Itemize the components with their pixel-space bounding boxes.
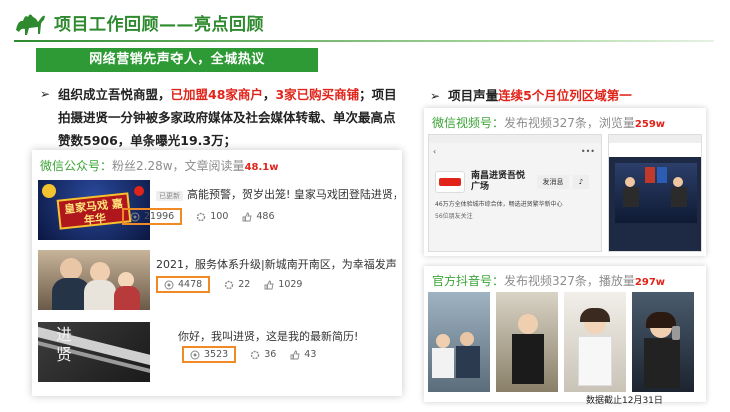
channel-video-screenshot (608, 134, 702, 252)
article-stats: 21996 100 486 (122, 208, 289, 225)
read-count: 4478 (156, 276, 211, 293)
data-cutoff-note: 数据截止12月31日 (586, 396, 663, 406)
article-title: 你好，我叫进贤，这是我的最新简历! (178, 330, 359, 343)
share-icon (197, 212, 206, 221)
douyin-video-thumb[interactable] (632, 292, 694, 392)
video-header (609, 143, 701, 157)
like-count: 486 (242, 211, 275, 222)
thumbnail-caption: 皇家马戏 嘉年华 (56, 192, 132, 230)
article-thumbnail: 进贤 (38, 322, 150, 382)
share-count: 100 (196, 211, 228, 222)
page-title: 项目工作回顾——亮点回顾 (54, 15, 264, 35)
eye-icon (190, 350, 200, 359)
share-icon (250, 350, 260, 359)
thumbs-up-icon (290, 350, 300, 359)
article-row[interactable]: 皇家马戏 嘉年华 已更新高能预警，贺岁出笼! 皇家马戏团登陆进贤，门票限时免费领… (32, 180, 402, 246)
article-row[interactable]: 2021，服务体系升级|新城南开南区，为幸福发声 4478 22 1029 (32, 250, 402, 316)
more-icon[interactable]: ••• (581, 147, 595, 156)
share-count: 36 (250, 349, 276, 360)
bullet-voice-ranking: ➢ 项目声量连续5个月位列区域第一 (430, 88, 632, 103)
article-thumbnail (38, 250, 150, 310)
highlight-banner: 网络营销先声夺人，全城热议 (36, 48, 318, 72)
arrow-bullet-icon: ➢ (40, 87, 51, 101)
eye-icon (130, 212, 140, 221)
arrow-bullet-icon: ➢ (430, 89, 441, 103)
wechat-account-panel: 微信公众号：粉丝2.28w，文章阅读量48.1w 皇家马戏 嘉年华 已更新 高能预… (32, 150, 402, 396)
read-count: 21996 (122, 208, 183, 225)
camel-logo-icon (16, 14, 45, 35)
thumbs-up-icon (264, 280, 274, 289)
account-followers: 56位朋友关注 (435, 213, 473, 220)
douyin-video-thumb[interactable] (496, 292, 558, 392)
wechat-panel-header: 微信公众号：粉丝2.28w，文章阅读量48.1w (40, 159, 279, 173)
article-title: 已更新高能预警，贺岁出笼! 皇家马戏团登陆进贤，门票限时免费领取! (156, 186, 396, 202)
bullet-text: 组织成立吾悦商盟，已加盟48家商户，3家已购买商铺；项目拍摄进贤一分钟被多家政府… (58, 87, 397, 148)
article-row[interactable]: 进贤 你好，我叫进贤，这是我的最新简历! 3523 36 43 (32, 322, 402, 388)
back-icon[interactable]: ‹ (433, 147, 436, 156)
douyin-panel: 官方抖音号：发布视频327条，播放量297w (424, 266, 706, 402)
douyin-video-thumb[interactable] (428, 292, 490, 392)
bell-icon[interactable]: ♪ (573, 175, 589, 189)
douyin-video-thumb[interactable] (564, 292, 626, 392)
message-button[interactable]: 发消息 (537, 175, 569, 189)
wechat-video-panel: 微信视频号：发布视频327条，浏览量259w ‹ ••• 南昌进贤吾悦广场 发消… (424, 108, 706, 256)
video-frame[interactable] (615, 163, 697, 223)
bullet-merchant-alliance: ➢ 组织成立吾悦商盟，已加盟48家商户，3家已购买商铺；项目拍摄进贤一分钟被多家… (40, 83, 400, 152)
title-divider (14, 40, 714, 42)
share-count: 22 (224, 279, 250, 290)
thumbs-up-icon (242, 212, 252, 221)
article-stats: 4478 22 1029 (156, 276, 316, 293)
douyin-header: 官方抖音号：发布视频327条，播放量297w (432, 274, 666, 288)
account-name: 南昌进贤吾悦广场 (471, 171, 526, 192)
article-title: 2021，服务体系升级|新城南开南区，为幸福发声 (156, 258, 396, 271)
eye-icon (164, 280, 174, 289)
like-count: 43 (290, 349, 316, 360)
account-bio: 46万方全体验城市综合体，畅选进贤繁华新中心 (435, 201, 563, 208)
wechat-video-header: 微信视频号：发布视频327条，浏览量259w (432, 116, 666, 130)
article-stats: 3523 36 43 (182, 346, 330, 363)
share-icon (224, 280, 234, 289)
phone-status-bar (429, 135, 601, 143)
like-count: 1029 (264, 279, 302, 290)
account-avatar (435, 171, 465, 193)
thumbnail-caption: 进贤 (53, 326, 72, 366)
channel-profile-screenshot: ‹ ••• 南昌进贤吾悦广场 发消息 ♪ 46万方全体验城市综合体，畅选进贤繁华… (428, 134, 602, 252)
read-count: 3523 (182, 346, 237, 363)
